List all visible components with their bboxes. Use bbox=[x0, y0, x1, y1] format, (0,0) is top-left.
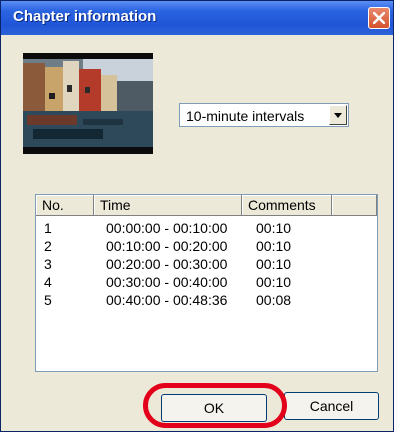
row-no: 1 bbox=[44, 220, 52, 236]
column-header-no[interactable]: No. bbox=[36, 195, 94, 216]
table-row[interactable]: 3 00:20:00 - 00:30:00 00:10 bbox=[36, 255, 377, 273]
row-comment: 00:10 bbox=[256, 256, 292, 272]
window-title: Chapter information bbox=[13, 8, 157, 25]
row-comment: 00:10 bbox=[256, 274, 292, 290]
chevron-down-icon bbox=[334, 113, 342, 118]
list-header: No. Time Comments bbox=[36, 195, 377, 216]
column-header-time[interactable]: Time bbox=[94, 195, 242, 216]
table-row[interactable]: 2 00:10:00 - 00:20:00 00:10 bbox=[36, 237, 377, 255]
table-row[interactable]: 4 00:30:00 - 00:40:00 00:10 bbox=[36, 273, 377, 291]
interval-select-value: 10-minute intervals bbox=[186, 108, 305, 124]
row-comment: 00:10 bbox=[256, 238, 292, 254]
cancel-button[interactable]: Cancel bbox=[284, 392, 379, 420]
chapter-rows: 1 00:00:00 - 00:10:00 00:10 2 00:10:00 -… bbox=[36, 219, 377, 309]
row-no: 5 bbox=[44, 292, 52, 308]
close-button[interactable] bbox=[368, 7, 390, 29]
chapter-information-dialog: Chapter information 10-minute intervals … bbox=[0, 0, 394, 432]
title-bar[interactable]: Chapter information bbox=[1, 1, 393, 35]
row-time: 00:30:00 - 00:40:00 bbox=[106, 274, 228, 290]
row-no: 2 bbox=[44, 238, 52, 254]
row-time: 00:40:00 - 00:48:36 bbox=[106, 292, 228, 308]
row-time: 00:00:00 - 00:10:00 bbox=[106, 220, 228, 236]
interval-dropdown-button[interactable] bbox=[329, 105, 347, 125]
row-no: 4 bbox=[44, 274, 52, 290]
row-comment: 00:08 bbox=[256, 292, 292, 308]
interval-select[interactable]: 10-minute intervals bbox=[179, 103, 349, 127]
column-header-filler bbox=[332, 195, 377, 216]
table-row[interactable]: 1 00:00:00 - 00:10:00 00:10 bbox=[36, 219, 377, 237]
table-row[interactable]: 5 00:40:00 - 00:48:36 00:08 bbox=[36, 291, 377, 309]
chapter-list[interactable]: No. Time Comments 1 00:00:00 - 00:10:00 … bbox=[35, 194, 378, 372]
close-icon bbox=[373, 12, 385, 24]
video-thumbnail bbox=[23, 53, 153, 154]
row-time: 00:10:00 - 00:20:00 bbox=[106, 238, 228, 254]
row-comment: 00:10 bbox=[256, 220, 292, 236]
row-time: 00:20:00 - 00:30:00 bbox=[106, 256, 228, 272]
ok-button[interactable]: OK bbox=[161, 394, 267, 422]
row-no: 3 bbox=[44, 256, 52, 272]
column-header-comments[interactable]: Comments bbox=[242, 195, 332, 216]
